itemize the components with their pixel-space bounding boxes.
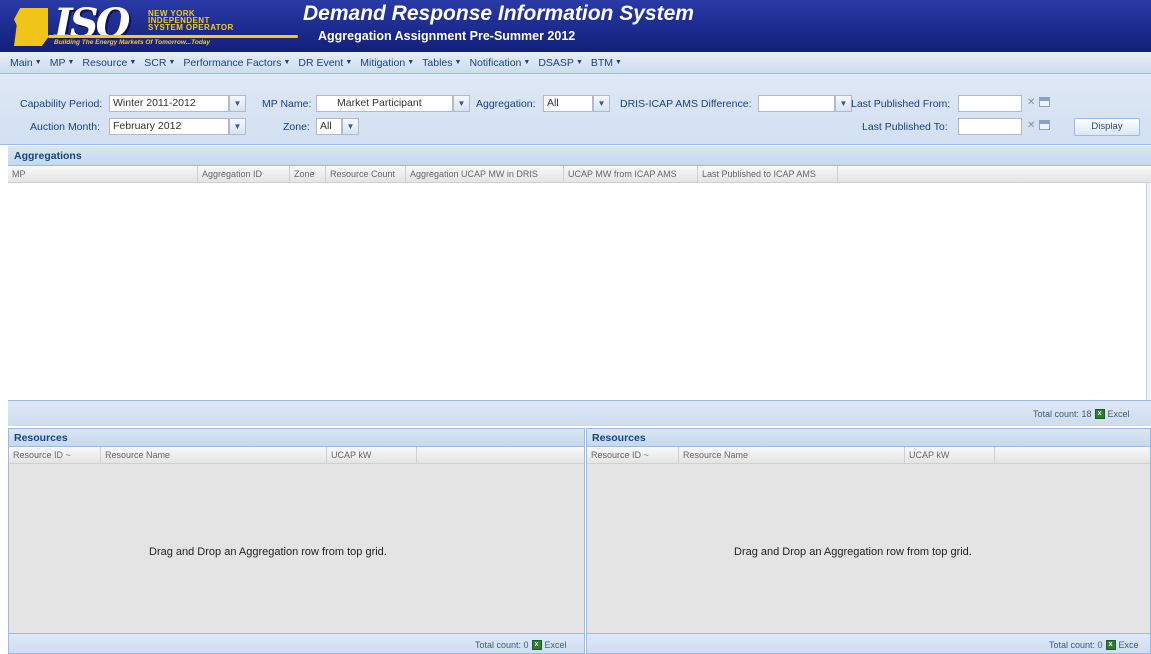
drop-zone-message: Drag and Drop an Aggregation row from to… [734, 546, 972, 558]
chevron-down-icon: ▼ [523, 59, 531, 66]
resources-right-grid-header: Resource ID ~ Resource Name UCAP kW [587, 447, 1150, 464]
chevron-down-icon: ▼ [615, 59, 622, 66]
column-header-resource-id[interactable]: Resource ID ~ [587, 447, 679, 464]
resources-left-title: Resources [9, 429, 584, 447]
zone-dropdown-icon[interactable]: ▼ [342, 118, 359, 135]
column-header-aggregation-id[interactable]: Aggregation ID [198, 166, 290, 183]
drop-zone-message: Drag and Drop an Aggregation row from to… [149, 546, 387, 558]
column-header-resource-name[interactable]: Resource Name [101, 447, 327, 464]
resources-right-title: Resources [587, 429, 1150, 447]
column-header-mp[interactable]: MP [8, 166, 198, 183]
menu-scr[interactable]: SCR ▼ [144, 57, 175, 69]
last-published-from-field[interactable] [958, 95, 1022, 112]
chevron-down-icon: ▼ [407, 59, 415, 66]
clear-x-icon[interactable]: ✕ [1027, 97, 1035, 108]
app-title: Demand Response Information System [303, 2, 694, 25]
chevron-down-icon: ▼ [454, 59, 462, 66]
resources-right-total-count: Total count: 0 x Exce [1049, 640, 1139, 650]
last-published-to-field[interactable] [958, 118, 1022, 135]
excel-icon[interactable]: x [1094, 409, 1105, 419]
column-header-ucap-icap-ams[interactable]: UCAP MW from ICAP AMS [564, 166, 698, 183]
capability-period-label: Capability Period: [20, 98, 103, 110]
column-header-resource-count[interactable]: Resource Count [326, 166, 406, 183]
menu-tables[interactable]: Tables ▼ [422, 57, 461, 69]
logo-swoosh [48, 35, 298, 38]
calendar-icon[interactable] [1039, 120, 1050, 130]
display-button[interactable]: Display [1074, 118, 1140, 136]
menu-notification[interactable]: Notification ▼ [469, 57, 530, 69]
column-header-resource-name[interactable]: Resource Name [679, 447, 905, 464]
chevron-down-icon: ▼ [345, 59, 353, 66]
aggregations-status-bar: Total count: 18 x Excel [8, 400, 1151, 426]
resources-left-status-bar: Total count: 0 x Excel [9, 633, 584, 653]
resources-panel-right: Resources Resource ID ~ Resource Name UC… [586, 428, 1151, 654]
resources-left-total-count: Total count: 0 x Excel [475, 640, 567, 650]
menu-main[interactable]: Main ▼ [10, 57, 42, 69]
menu-dsasp[interactable]: DSASP ▼ [538, 57, 583, 69]
aggregation-label: Aggregation: [476, 98, 536, 110]
app-header: ISO NEW YORK INDEPENDENT SYSTEM OPERATOR… [0, 0, 1151, 52]
menu-resource[interactable]: Resource ▼ [82, 57, 136, 69]
column-header-resource-id[interactable]: Resource ID ~ [9, 447, 101, 464]
zone-select[interactable]: All [316, 118, 342, 135]
auction-month-dropdown-icon[interactable]: ▼ [229, 118, 246, 135]
column-header-zone[interactable]: Zone [290, 166, 326, 183]
dris-icap-difference-dropdown-icon[interactable]: ▼ [835, 95, 852, 112]
main-menu-bar: Main ▼ MP ▼ Resource ▼ SCR ▼ Performance Fac… [0, 52, 1151, 74]
resources-panel-left: Resources Resource ID ~ Resource Name UC… [8, 428, 585, 654]
excel-icon[interactable]: x [1105, 640, 1116, 650]
menu-mitigation[interactable]: Mitigation ▼ [360, 57, 414, 69]
capability-period-select[interactable]: Winter 2011-2012 [109, 95, 229, 112]
resources-right-status-bar: Total count: 0 x Exce [587, 633, 1150, 653]
excel-export-link[interactable]: Excel [1108, 409, 1130, 419]
aggregations-panel-title: Aggregations [8, 146, 1151, 166]
zone-label: Zone: [283, 121, 310, 133]
column-header-ucap-dris[interactable]: Aggregation UCAP MW in DRIS [406, 166, 564, 183]
excel-icon[interactable]: x [531, 640, 542, 650]
capability-period-dropdown-icon[interactable]: ▼ [229, 95, 246, 112]
last-published-to-label: Last Published To: [862, 121, 948, 133]
auction-month-select[interactable]: February 2012 [109, 118, 229, 135]
menu-dr-event[interactable]: DR Event ▼ [298, 57, 352, 69]
dris-icap-difference-label: DRIS-ICAP AMS Difference: [620, 98, 752, 110]
aggregations-grid-body[interactable] [8, 183, 1146, 400]
calendar-icon[interactable] [1039, 97, 1050, 107]
mp-name-dropdown-icon[interactable]: ▼ [453, 95, 470, 112]
logo-text: NEW YORK INDEPENDENT SYSTEM OPERATOR [148, 9, 234, 32]
menu-mp[interactable]: MP ▼ [50, 57, 75, 69]
menu-performance-factors[interactable]: Performance Factors ▼ [183, 57, 290, 69]
new-york-state-shape [14, 8, 48, 46]
resources-left-grid-header: Resource ID ~ Resource Name UCAP kW [9, 447, 584, 464]
column-header-last-published[interactable]: Last Published to ICAP AMS [698, 166, 838, 183]
chevron-down-icon: ▼ [283, 59, 291, 66]
aggregation-dropdown-icon[interactable]: ▼ [593, 95, 610, 112]
chevron-down-icon: ▼ [575, 59, 583, 66]
excel-export-link[interactable]: Excel [545, 640, 567, 650]
aggregations-scrollbar[interactable] [1146, 183, 1151, 400]
dris-icap-difference-select[interactable] [758, 95, 835, 112]
chevron-down-icon: ▼ [67, 59, 75, 66]
excel-export-link[interactable]: Exce [1119, 640, 1139, 650]
auction-month-label: Auction Month: [30, 121, 101, 133]
last-published-from-label: Last Published From: [851, 98, 951, 110]
mp-name-label: MP Name: [262, 98, 312, 110]
logo-tagline: Building The Energy Markets Of Tomorrow.… [54, 39, 211, 46]
clear-x-icon[interactable]: ✕ [1027, 120, 1035, 131]
column-header-ucap-kw[interactable]: UCAP kW [327, 447, 417, 464]
aggregations-total-count: Total count: 18 x Excel [1033, 409, 1130, 419]
nyiso-logo: ISO NEW YORK INDEPENDENT SYSTEM OPERATOR… [8, 0, 298, 48]
page-subtitle: Aggregation Assignment Pre-Summer 2012 [318, 29, 576, 43]
mp-name-select[interactable]: Market Participant [316, 95, 453, 112]
chevron-down-icon: ▼ [129, 59, 137, 66]
chevron-down-icon: ▼ [168, 59, 176, 66]
chevron-down-icon: ▼ [34, 59, 42, 66]
column-header-ucap-kw[interactable]: UCAP kW [905, 447, 995, 464]
aggregation-select[interactable]: All [543, 95, 593, 112]
menu-btm[interactable]: BTM ▼ [591, 57, 622, 69]
aggregations-grid-header: MP Aggregation ID Zone Resource Count Ag… [8, 166, 1151, 183]
